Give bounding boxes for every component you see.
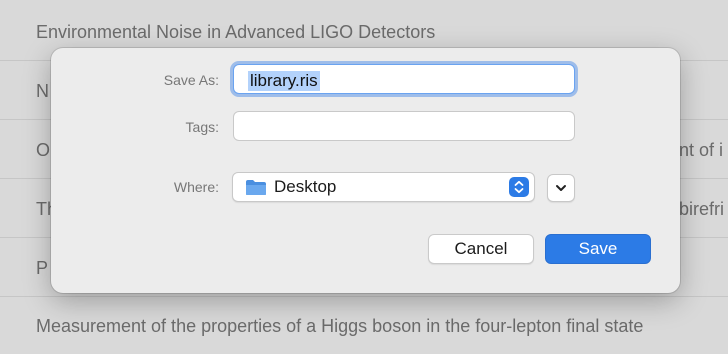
- where-value: Desktop: [274, 177, 337, 196]
- list-item[interactable]: Measurement of the properties of a Higgs…: [0, 296, 728, 354]
- list-item-title: Measurement of the properties of a Higgs…: [36, 316, 644, 336]
- list-item-title-tail: nt of i: [679, 140, 724, 160]
- chevron-down-icon: [556, 185, 566, 191]
- expand-dialog-button[interactable]: [547, 174, 575, 202]
- list-item-title: P: [36, 258, 49, 278]
- where-label: Where:: [173, 179, 219, 195]
- list-item-title: Environmental Noise in Advanced LIGO Det…: [36, 22, 436, 42]
- save-as-value: library.ris: [248, 71, 320, 91]
- list-item-title-tail: birefri: [679, 199, 725, 219]
- folder-icon: [246, 180, 266, 195]
- list-item-title: O: [36, 140, 51, 160]
- up-down-stepper-icon: [509, 177, 529, 197]
- save-as-input[interactable]: library.ris: [233, 64, 575, 94]
- tags-input[interactable]: [233, 111, 575, 141]
- list-item-title: N: [36, 81, 49, 101]
- save-dialog: Save As: library.ris Tags: Where: Deskto…: [51, 48, 680, 293]
- tags-label: Tags:: [185, 119, 219, 135]
- save-as-label: Save As:: [163, 72, 219, 88]
- save-button[interactable]: Save: [545, 234, 651, 264]
- cancel-button[interactable]: Cancel: [428, 234, 534, 264]
- where-popup-button[interactable]: Desktop: [232, 172, 535, 202]
